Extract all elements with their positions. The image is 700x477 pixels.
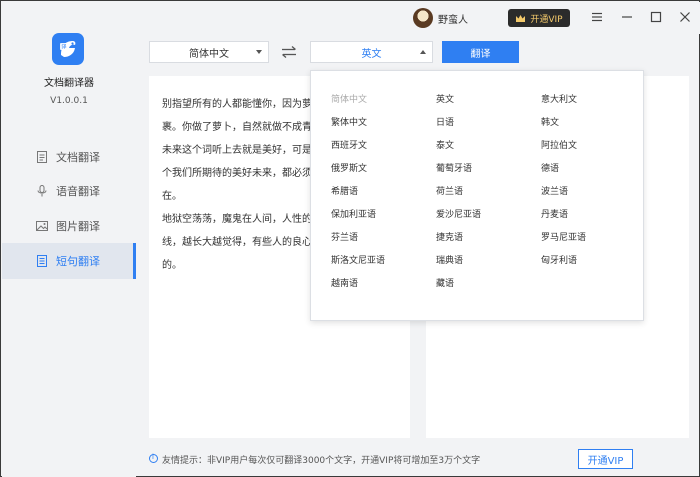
microphone-icon [37,185,47,197]
info-icon [149,453,158,463]
sentence-icon [37,255,47,267]
avatar[interactable] [413,8,433,28]
open-vip-button[interactable]: 开通VIP [578,449,633,469]
language-option[interactable]: 西班牙文 [331,138,367,151]
language-option[interactable]: 斯洛文尼亚语 [331,253,385,266]
language-option[interactable]: 意大利文 [541,92,577,105]
source-language-select[interactable]: 简体中文 [149,41,269,63]
close-icon[interactable] [678,10,692,24]
language-option[interactable]: 德语 [541,161,559,174]
language-option[interactable]: 匈牙利语 [541,253,577,266]
language-option[interactable]: 日语 [436,115,454,128]
app-name: 文档翻译器 [44,78,94,89]
language-option[interactable]: 爱沙尼亚语 [436,207,481,220]
language-option[interactable]: 丹麦语 [541,207,568,220]
language-option[interactable]: 芬兰语 [331,230,358,243]
target-language-dropdown: 简体中文 繁体中文 西班牙文 俄罗斯文 希腊语 保加利亚语 芬兰语 斯洛文尼亚语… [310,70,644,321]
sidebar-item-voice-translate[interactable]: 语音翻译 [2,173,136,209]
username[interactable]: 野蛮人 [438,11,468,26]
language-option[interactable]: 荷兰语 [436,184,463,197]
open-vip-top-label: 开通VIP [530,14,563,25]
source-text[interactable]: 别指望所有的人都能懂你，因为萝 裹。你做了萝卜，自然就做不成青 未来这个词听上去… [162,93,312,277]
open-vip-top-button[interactable]: 开通VIP [508,9,570,27]
language-option[interactable]: 越南语 [331,276,358,289]
language-option[interactable]: 瑞典语 [436,253,463,266]
language-option[interactable]: 俄罗斯文 [331,161,367,174]
language-option[interactable]: 罗马尼亚语 [541,230,586,243]
language-option[interactable]: 葡萄牙语 [436,161,472,174]
target-language-select[interactable]: 英文 [310,41,433,63]
language-option[interactable]: 泰文 [436,138,454,151]
language-option[interactable]: 繁体中文 [331,115,367,128]
language-option[interactable]: 希腊语 [331,184,358,197]
sidebar-item-label: 短句翻译 [56,255,100,268]
chevron-down-icon [256,50,262,54]
language-option[interactable]: 英文 [436,92,454,105]
sidebar: 译 文档翻译器 V1.0.0.1 文档翻译 语音翻译 图片翻译 短句翻译 [2,2,136,477]
svg-text:译: 译 [62,44,67,51]
vip-tip-text: 友情提示：非VIP用户每次仅可翻译3000个文字，开通VIP将可增加至3万个文字 [162,456,481,466]
app-logo-icon: 译 [52,33,84,65]
language-option[interactable]: 阿拉伯文 [541,138,577,151]
app-window: 译 文档翻译器 V1.0.0.1 文档翻译 语音翻译 图片翻译 短句翻译 野蛮人… [0,0,700,477]
language-option[interactable]: 韩文 [541,115,559,128]
source-language-value: 简体中文 [189,48,229,60]
swap-languages-icon[interactable] [281,45,297,59]
image-icon [36,221,48,231]
maximize-icon[interactable] [649,10,663,24]
target-language-value: 英文 [361,48,382,60]
sidebar-item-image-translate[interactable]: 图片翻译 [2,208,136,244]
sidebar-item-sentence-translate[interactable]: 短句翻译 [2,243,136,279]
chevron-up-icon [420,50,426,54]
sidebar-item-label: 图片翻译 [56,220,100,233]
language-option: 简体中文 [331,95,368,105]
document-icon [37,151,47,163]
language-option[interactable]: 捷克语 [436,230,463,243]
menu-icon[interactable] [590,10,604,24]
language-option[interactable]: 保加利亚语 [331,207,376,220]
sidebar-item-label: 语音翻译 [56,185,100,198]
app-version: V1.0.0.1 [50,96,88,106]
title-bar: 野蛮人 开通VIP [136,2,700,34]
language-option[interactable]: 藏语 [436,276,454,289]
crown-icon [516,14,526,22]
minimize-icon[interactable] [620,10,634,24]
translate-button[interactable]: 翻译 [442,41,519,63]
language-option[interactable]: 波兰语 [541,184,568,197]
sidebar-item-document-translate[interactable]: 文档翻译 [2,139,136,175]
sidebar-item-label: 文档翻译 [56,151,100,164]
